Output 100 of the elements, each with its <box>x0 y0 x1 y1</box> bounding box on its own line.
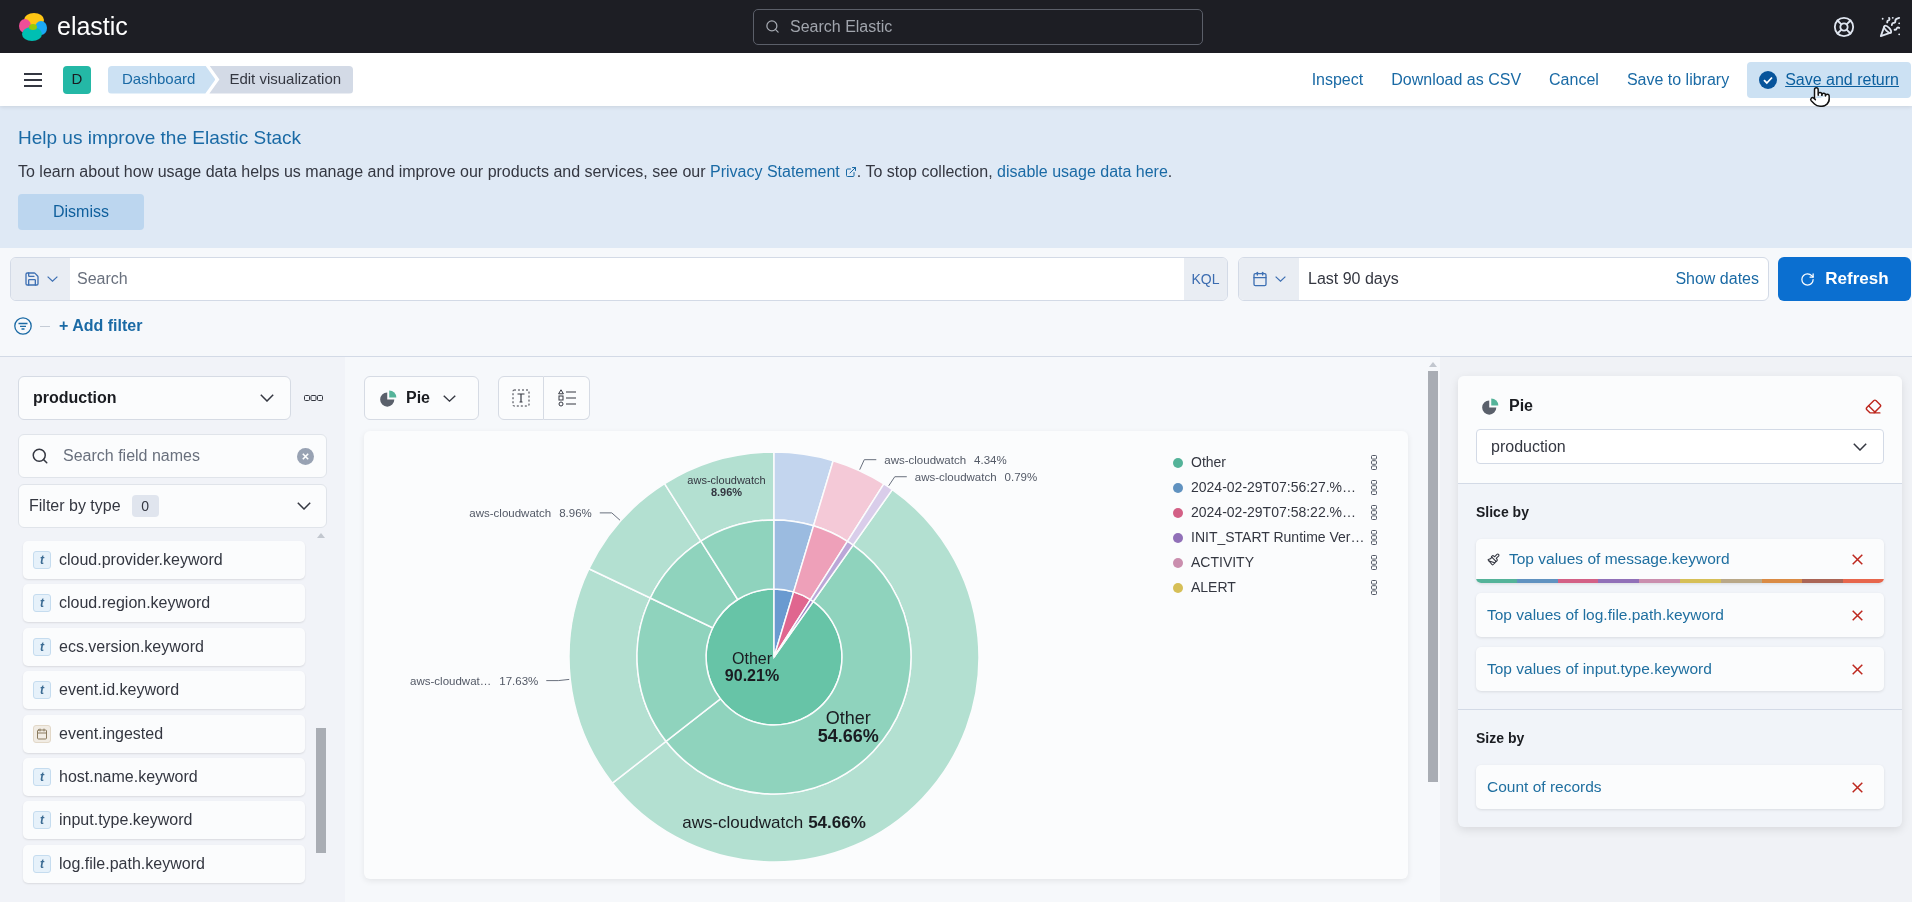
check-circle-icon <box>1759 70 1778 89</box>
field-name: ecs.version.keyword <box>59 636 204 657</box>
field-name: cloud.region.keyword <box>59 593 211 614</box>
field-name: cloud.provider.keyword <box>59 550 223 570</box>
chevron-down-icon <box>46 276 58 282</box>
field-item[interactable]: t event.id.keyword <box>23 671 305 710</box>
slice-label: aws-cloudwatch 54.66% <box>682 813 866 832</box>
banner-message: To learn about how usage data helps us manage and improve our products and services, see our Privacy Statement . To stop collection, disable usage data here. <box>18 160 1894 184</box>
close-icon[interactable] <box>1852 609 1863 621</box>
header-link[interactable]: Cancel <box>1549 67 1599 92</box>
slice-label: aws-cloudwatch 8.96% <box>687 473 766 498</box>
field-item[interactable]: t log.file.path.keyword <box>23 844 305 883</box>
more-options-icon[interactable] <box>1371 505 1377 520</box>
field-item[interactable]: t input.type.keyword <box>23 801 305 840</box>
banner-title: Help us improve the Elastic Stack <box>18 126 302 150</box>
legend-label[interactable]: ACTIVITY <box>1191 552 1254 573</box>
more-options-icon[interactable] <box>1371 555 1377 570</box>
type-token: t <box>33 637 51 656</box>
help-icon[interactable] <box>1833 15 1855 38</box>
header-link[interactable]: Save to library <box>1626 67 1730 92</box>
more-options-icon[interactable] <box>1371 530 1377 545</box>
field-item[interactable]: t ecs.version.keyword <box>23 627 305 666</box>
pie-chart-icon <box>1482 397 1499 415</box>
show-dates-button[interactable]: Show dates <box>1675 267 1759 291</box>
chevron-down-icon <box>1853 442 1867 451</box>
clear-icon[interactable] <box>297 447 314 465</box>
field-name: input.type.keyword <box>59 810 193 831</box>
section-title: Size by <box>1476 729 1526 747</box>
field-name: event.id.keyword <box>59 680 180 701</box>
close-icon[interactable] <box>1852 663 1863 675</box>
type-token: t <box>33 854 51 873</box>
dimension-label[interactable]: Count of records <box>1487 775 1602 799</box>
query-input-field[interactable]: Search <box>70 258 1184 300</box>
field-item[interactable]: t cloud.region.keyword <box>23 584 305 623</box>
dimension-label[interactable]: Top values of log.file.path.keyword <box>1487 603 1724 627</box>
scrollbar-thumb[interactable] <box>316 728 326 853</box>
filter-by-type-label: Filter by type <box>29 496 121 516</box>
type-token: t <box>33 594 51 613</box>
header-link[interactable]: Inspect <box>1311 67 1364 92</box>
legend-toggle-button[interactable] <box>544 376 590 420</box>
leader-line <box>859 459 877 471</box>
legend-label[interactable]: 2024-02-29T07:58:22.%… <box>1191 502 1356 523</box>
link[interactable]: disable usage data here <box>997 163 1168 180</box>
header-link[interactable]: Download as CSV <box>1391 67 1522 92</box>
link[interactable]: Privacy Statement <box>710 160 857 184</box>
field-name: host.name.keyword <box>59 766 198 787</box>
slice-label: aws-cloudwat… 17.63% <box>410 674 539 687</box>
saved-query-button[interactable] <box>11 258 70 300</box>
dimension-label[interactable]: Top values of input.type.keyword <box>1487 657 1712 681</box>
text-box-icon <box>512 389 530 407</box>
more-options-icon[interactable] <box>304 395 323 401</box>
external-link-icon <box>844 166 857 178</box>
dimension-label[interactable]: Top values of message.keyword <box>1509 547 1730 571</box>
refresh-button[interactable]: Refresh <box>1778 257 1911 301</box>
save-icon <box>23 271 40 287</box>
legend-label[interactable]: ALERT <box>1191 577 1236 598</box>
filter-by-type-button[interactable]: Filter by type 0 <box>18 484 327 528</box>
breadcrumb[interactable]: Edit visualization <box>209 65 354 94</box>
primary-button[interactable]: Save and return <box>1747 61 1911 98</box>
legend-icon <box>557 389 576 407</box>
calendar-icon <box>1252 271 1268 287</box>
chevron-down-icon <box>443 394 456 402</box>
layer-title: Pie <box>1509 396 1533 416</box>
section-title: Slice by <box>1476 503 1530 521</box>
legend-label[interactable]: 2024-02-29T07:56:27.%… <box>1191 477 1356 498</box>
eraser-icon[interactable] <box>1865 397 1882 415</box>
party-popper-icon[interactable] <box>1879 15 1901 38</box>
query-language-button[interactable]: KQL <box>1184 258 1227 300</box>
leader-line <box>888 476 908 487</box>
menu-icon[interactable] <box>24 72 42 87</box>
date-quick-menu-button[interactable] <box>1239 258 1299 300</box>
data-view-dropdown[interactable]: production <box>18 376 291 420</box>
close-icon[interactable] <box>1852 781 1863 793</box>
field-item[interactable]: event.ingested <box>23 714 305 753</box>
field-item[interactable]: t cloud.provider.keyword <box>23 541 305 579</box>
more-options-icon[interactable] <box>1371 580 1377 595</box>
chevron-down-icon <box>297 502 311 510</box>
more-options-icon[interactable] <box>1371 455 1377 470</box>
space-avatar[interactable]: D <box>63 65 91 94</box>
labels-toggle-button[interactable] <box>498 376 544 420</box>
pie-chart-icon <box>380 389 397 407</box>
field-item[interactable]: t host.name.keyword <box>23 757 305 796</box>
close-icon[interactable] <box>1852 553 1863 565</box>
data-view-dropdown[interactable]: production <box>1476 429 1884 464</box>
global-search-field[interactable]: Search Elastic <box>753 8 1203 45</box>
legend-label[interactable]: INIT_START Runtime Ver… <box>1191 527 1365 548</box>
field-search-field[interactable]: Search field names <box>18 434 327 478</box>
breadcrumb[interactable]: Dashboard <box>108 65 216 94</box>
more-options-icon[interactable] <box>1371 480 1377 495</box>
dismiss-button[interactable]: Dismiss <box>18 194 144 230</box>
logo-text: elastic <box>57 14 128 39</box>
type-token: t <box>33 681 51 700</box>
chart-type-dropdown[interactable]: Pie <box>364 376 479 420</box>
legend-label[interactable]: Other <box>1191 452 1226 473</box>
leader-line <box>599 512 621 521</box>
filter-icon[interactable] <box>14 317 32 335</box>
add-filter-button[interactable]: + Add filter <box>59 314 143 338</box>
chevron-down-icon <box>260 394 274 402</box>
scrollbar-thumb[interactable] <box>1428 371 1438 782</box>
date-range-text[interactable]: Last 90 days <box>1308 267 1399 291</box>
